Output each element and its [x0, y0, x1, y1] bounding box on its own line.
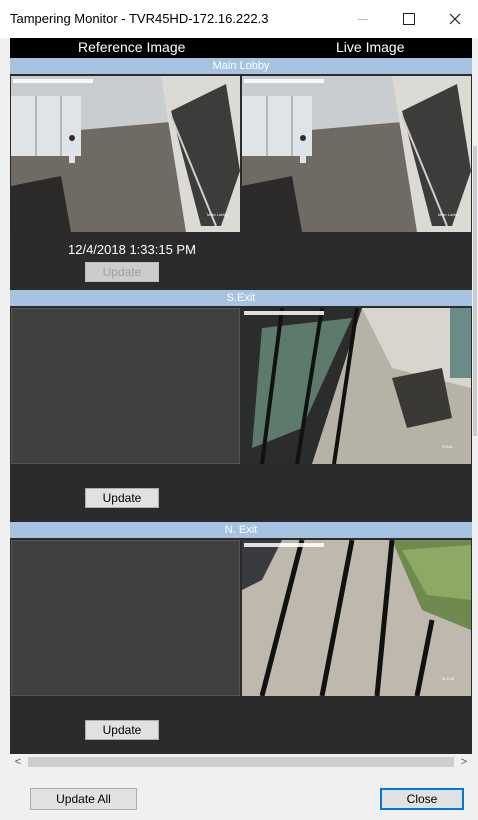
- update-button-n-exit[interactable]: Update: [85, 720, 159, 740]
- camera-panel-n-exit: N. Exit N. Exit Update: [10, 522, 472, 754]
- camera-name-bar: S.Exit: [10, 290, 472, 306]
- minimize-icon: [358, 18, 368, 20]
- update-button-s-exit[interactable]: Update: [85, 488, 159, 508]
- camera-panel-s-exit: S.Exit S.Exit Update: [10, 290, 472, 522]
- camera-overlay-label: Main Lobby: [438, 212, 459, 217]
- maximize-button[interactable]: [386, 0, 432, 38]
- live-image-header: Live Image: [336, 39, 405, 55]
- live-image: S.Exit: [242, 308, 471, 464]
- vertical-scroll-thumb[interactable]: [473, 146, 477, 436]
- horizontal-scrollbar[interactable]: < >: [10, 754, 472, 770]
- reference-image: Main Lobby: [11, 76, 240, 232]
- camera-body: Main Lobby Main Lobby 12/4/2018 1:33:15 …: [10, 74, 472, 294]
- reference-timestamp: 12/4/2018 1:33:15 PM: [68, 242, 196, 257]
- update-all-button[interactable]: Update All: [30, 788, 137, 810]
- camera-name-bar: N. Exit: [10, 522, 472, 538]
- reference-image-empty: [11, 308, 240, 464]
- camera-list[interactable]: Main Lobby Main Lobby Main Lobby 12/4/20…: [10, 58, 472, 754]
- camera-name-bar: Main Lobby: [10, 58, 472, 74]
- close-button[interactable]: Close: [380, 788, 464, 810]
- close-icon: [449, 13, 461, 25]
- horizontal-scroll-thumb[interactable]: [28, 757, 454, 767]
- live-image: Main Lobby: [242, 76, 471, 232]
- camera-overlay-label: S.Exit: [442, 444, 453, 449]
- window-title: Tampering Monitor - TVR45HD-172.16.222.3: [10, 11, 269, 26]
- camera-overlay-label: N. Exit: [442, 676, 455, 681]
- maximize-icon: [403, 13, 415, 25]
- chevron-right-icon: >: [460, 756, 468, 768]
- vertical-scrollbar[interactable]: [472, 58, 478, 754]
- close-window-button[interactable]: [432, 0, 478, 38]
- tampering-monitor-window: Tampering Monitor - TVR45HD-172.16.222.3…: [0, 0, 478, 820]
- minimize-button[interactable]: [340, 0, 386, 38]
- column-header: Reference Image Live Image: [10, 38, 472, 58]
- chevron-left-icon: <: [14, 756, 22, 768]
- live-image: N. Exit: [242, 540, 471, 696]
- update-button-main-lobby[interactable]: Update: [85, 262, 159, 282]
- scroll-right-button[interactable]: >: [456, 754, 472, 770]
- camera-panel-main-lobby: Main Lobby Main Lobby Main Lobby 12/4/20…: [10, 58, 472, 294]
- title-bar: Tampering Monitor - TVR45HD-172.16.222.3: [0, 0, 478, 38]
- camera-body: S.Exit Update: [10, 306, 472, 522]
- camera-body: N. Exit Update: [10, 538, 472, 754]
- camera-overlay-label: Main Lobby: [207, 212, 228, 217]
- reference-image-header: Reference Image: [78, 39, 186, 55]
- reference-image-empty: [11, 540, 240, 696]
- scroll-left-button[interactable]: <: [10, 754, 26, 770]
